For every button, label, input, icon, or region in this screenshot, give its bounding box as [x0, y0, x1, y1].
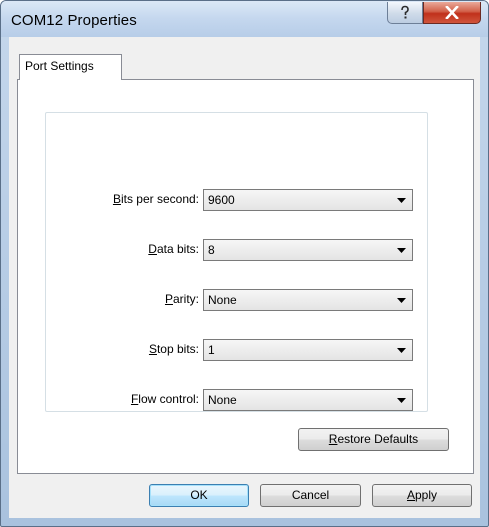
- title-bar[interactable]: COM12 Properties: [1, 1, 488, 37]
- tab-port-settings[interactable]: Port Settings: [19, 54, 122, 80]
- flow-control-select[interactable]: None: [203, 389, 413, 411]
- bits-per-second-select[interactable]: 9600: [203, 189, 413, 211]
- close-icon: [445, 6, 459, 19]
- close-button[interactable]: [423, 2, 481, 24]
- stop-bits-select[interactable]: 1: [203, 339, 413, 361]
- help-button[interactable]: [387, 2, 423, 24]
- chevron-down-icon: [397, 348, 406, 353]
- flow-control-value: None: [208, 393, 237, 407]
- tab-port-settings-label: Port Settings: [25, 59, 94, 73]
- parity-label: Parity:: [164, 292, 199, 306]
- bits-per-second-label: Bits per second:: [112, 192, 199, 206]
- chevron-down-icon: [397, 398, 406, 403]
- restore-defaults-button[interactable]: Restore Defaults: [298, 428, 449, 451]
- stop-bits-value: 1: [208, 343, 215, 357]
- chevron-down-icon: [397, 198, 406, 203]
- data-bits-value: 8: [208, 243, 215, 257]
- flow-control-label: Flow control:: [130, 392, 199, 406]
- help-icon: [401, 5, 409, 19]
- settings-group: Bits per second: 9600 Data bits: 8 Parit…: [45, 112, 428, 412]
- stop-bits-label: Stop bits:: [148, 342, 199, 356]
- chevron-down-icon: [397, 248, 406, 253]
- window-title: COM12 Properties: [11, 12, 137, 29]
- dialog-client-area: Port Settings Bits per second: 9600 Data…: [9, 37, 480, 518]
- properties-dialog: COM12 Properties Port Settings Bits per …: [0, 0, 489, 527]
- cancel-button[interactable]: Cancel: [260, 484, 361, 507]
- port-settings-panel: Bits per second: 9600 Data bits: 8 Parit…: [17, 79, 474, 474]
- apply-button[interactable]: Apply: [372, 484, 472, 507]
- parity-value: None: [208, 293, 237, 307]
- bits-per-second-value: 9600: [208, 193, 235, 207]
- data-bits-label: Data bits:: [148, 242, 199, 256]
- data-bits-select[interactable]: 8: [203, 239, 413, 261]
- parity-select[interactable]: None: [203, 289, 413, 311]
- ok-button[interactable]: OK: [149, 484, 249, 507]
- chevron-down-icon: [397, 298, 406, 303]
